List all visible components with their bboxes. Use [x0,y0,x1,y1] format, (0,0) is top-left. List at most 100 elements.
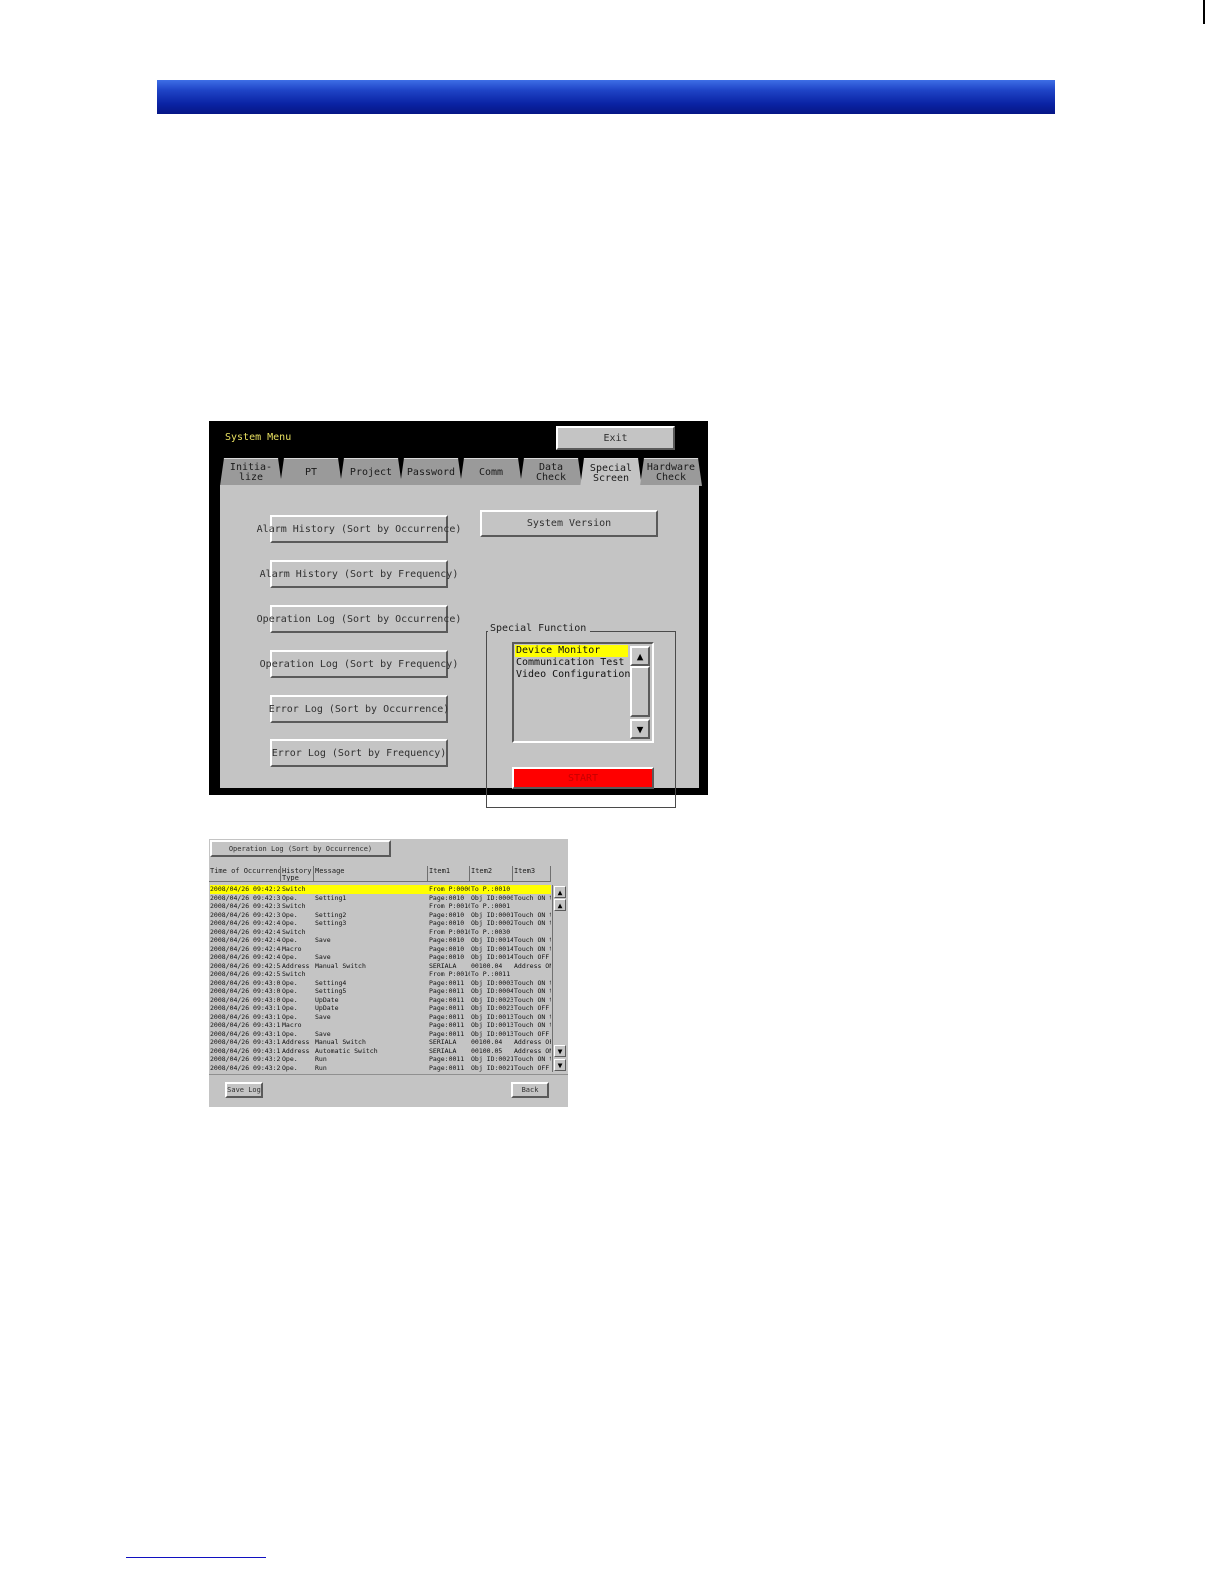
table-row[interactable]: 2008/04/26 09:42:44 Ope. Save Page:0010 Obj … [210,936,551,945]
double-triangle-down-icon: ▼ [557,1047,563,1056]
table-cell: Ope. [282,1063,298,1072]
tab-initialize[interactable]: Initia- lize [220,458,282,486]
error-log-frequency-button[interactable]: Error Log (Sort by Frequency) [270,739,448,767]
table-cell: Page:0011 [429,1004,465,1012]
table-cell: Page:0011 [429,987,465,995]
table-cell: Touch ON t [514,936,551,944]
table-row[interactable]: 2008/04/26 09:42:37 Ope. Setting2 Page:0010… [210,911,551,920]
system-version-button[interactable]: System Version [480,510,658,537]
column-header-time: Time of Occurrence [209,866,281,881]
table-cell: Touch ON t [514,978,551,987]
table-row[interactable]: 2008/04/26 09:42:25 Switch From P:0000 To P… [210,885,551,894]
table-cell: Setting4 [315,978,347,987]
save-log-button[interactable]: Save Log [225,1082,263,1098]
table-row[interactable]: 2008/04/26 09:43:12 Ope. Save Page:0011 Obj … [210,1013,551,1022]
tab-special-screen[interactable]: Special Screen [580,458,642,488]
table-cell: Page:0010 [429,893,465,902]
table-cell: From P:0010 [429,927,470,936]
table-cell: Manual Switch [315,961,366,970]
table-row[interactable]: 2008/04/26 09:43:16 Address Manual Switch S… [210,1038,551,1047]
start-button[interactable]: START [512,767,654,789]
table-row[interactable]: 2008/04/26 09:42:42 Switch From P:0010 To P… [210,928,551,937]
list-item-communication-test[interactable]: Communication Test [515,657,628,669]
table-cell: SERIALA [429,1038,457,1046]
table-cell: Obj ID:0014 [471,953,513,961]
column-header-label: Item1 [429,867,451,875]
table-cell: SERIALA [429,961,457,970]
table-cell: Setting3 [315,919,347,927]
tab-label: Password [406,466,456,478]
scroll-down-button[interactable]: ▼ [554,1059,566,1071]
table-cell: Page:0011 [429,1021,465,1029]
table-row[interactable]: 2008/04/26 09:43:02 Ope. Setting4 Page:0011… [210,979,551,988]
scroll-up-button[interactable]: ▲ [554,886,566,898]
table-cell: Run [315,1055,327,1063]
table-cell: 2008/04/26 09:43:05 [210,987,281,995]
alarm-history-occurrence-button[interactable]: Alarm History (Sort by Occurrence) [257,515,461,543]
footer-rule [126,1557,266,1558]
table-cell: 2008/04/26 09:43:22 [210,1055,281,1063]
list-item-video-configuration[interactable]: Video Configuration [515,669,630,681]
table-row[interactable]: 2008/04/26 09:42:35 Switch From P:0010 To P… [210,902,551,911]
special-function-list[interactable]: Device Monitor Communication Test Video … [512,642,654,743]
table-cell: 2008/04/26 09:42:54 [210,961,281,970]
table-row[interactable]: 2008/04/26 09:43:09 Ope. UpDate Page:0011 Ob… [210,996,551,1005]
tab-pt[interactable]: PT [280,458,342,486]
table-row[interactable]: 2008/04/26 09:42:54 Address Manual Switch S… [210,962,551,971]
table-cell: Obj ID:0013 [471,1021,513,1029]
scroll-up-button[interactable]: ▲ [630,646,650,666]
page-up-button[interactable]: ▲ [554,899,566,911]
table-cell: To P.:0030 [471,927,511,936]
table-row[interactable]: 2008/04/26 09:43:17 Address Automatic Swit… [210,1047,551,1056]
table-cell: To P.:0011 [471,970,511,978]
exit-button[interactable]: Exit [556,426,675,450]
tab-label: PT [304,466,318,478]
table-cell: Page:0010 [429,953,465,961]
table-cell: 2008/04/26 09:42:33 [210,893,281,902]
page-down-button[interactable]: ▼ [554,1045,566,1057]
table-cell: From P:0010 [429,902,470,910]
table-cell: 2008/04/26 09:43:12 [210,1012,281,1021]
scroll-track[interactable] [630,666,650,717]
table-cell: Page:0010 [429,919,465,927]
table-row[interactable]: 2008/04/26 09:43:05 Ope. Setting5 Page:0011… [210,987,551,996]
table-cell: UpDate [315,1004,339,1012]
table-row[interactable]: 2008/04/26 09:43:12 Ope. Save Page:0011 Obj … [210,1030,551,1039]
alarm-history-frequency-button[interactable]: Alarm History (Sort by Frequency) [260,560,458,588]
column-header-message: Message [314,866,428,881]
table-cell: Obj ID:0014 [471,936,513,944]
tab-data-check[interactable]: Data Check [520,458,582,486]
error-log-occurrence-button[interactable]: Error Log (Sort by Occurrence) [269,695,449,723]
table-cell: Touch ON t [514,1055,551,1063]
tab-comm[interactable]: Comm [460,458,522,486]
scroll-down-button[interactable]: ▼ [630,719,650,739]
system-menu-screen: System Menu Exit Initia- lize PT Project… [209,421,708,808]
table-row[interactable]: 2008/04/26 09:43:10 Ope. UpDate Page:0011 Ob… [210,1004,551,1013]
table-row[interactable]: 2008/04/26 09:42:40 Ope. Setting3 Page:0010… [210,919,551,928]
table-row[interactable]: 2008/04/26 09:43:12 Macro Page:0011 Obj ID:… [210,1021,551,1030]
table-cell: SERIALA [429,1046,457,1055]
operation-log-frequency-button[interactable]: Operation Log (Sort by Frequency) [260,650,458,678]
table-cell: Touch ON t [514,893,551,902]
operation-log-occurrence-button[interactable]: Operation Log (Sort by Occurrence) [257,605,461,633]
table-row[interactable]: 2008/04/26 09:42:57 Switch From P:0010 To P… [210,970,551,979]
tab-hardware-check[interactable]: Hardware Check [640,458,702,486]
column-header-label: Time of Occurrence [210,867,281,875]
log-scrollbar[interactable]: ▲ ▲ ▼ ▼ [552,885,567,1072]
table-cell: Switch [282,902,306,910]
table-cell: Touch OFF [514,1004,550,1012]
table-cell: 2008/04/26 09:43:10 [210,1004,281,1012]
tab-project[interactable]: Project [340,458,402,486]
list-item-device-monitor[interactable]: Device Monitor [515,645,628,657]
table-row[interactable]: 2008/04/26 09:42:45 Ope. Save Page:0010 Obj … [210,953,551,962]
operation-log-tab[interactable]: Operation Log (Sort by Occurrence) [210,840,391,857]
table-cell: Ope. [282,995,298,1004]
tab-password[interactable]: Password [400,458,462,486]
table-cell: Ope. [282,893,298,902]
table-row[interactable]: 2008/04/26 09:42:33 Ope. Setting1 Page:0010… [210,894,551,903]
table-cell: 2008/04/26 09:42:45 [210,953,281,961]
table-row[interactable]: 2008/04/26 09:42:44 Macro Page:0010 Obj ID:… [210,945,551,954]
table-row[interactable]: 2008/04/26 09:43:22 Ope. Run Page:0011 Obj I… [210,1055,551,1064]
table-row[interactable]: 2008/04/26 09:43:23 Ope. Run Page:0011 Obj I… [210,1064,551,1073]
back-button[interactable]: Back [511,1082,549,1098]
